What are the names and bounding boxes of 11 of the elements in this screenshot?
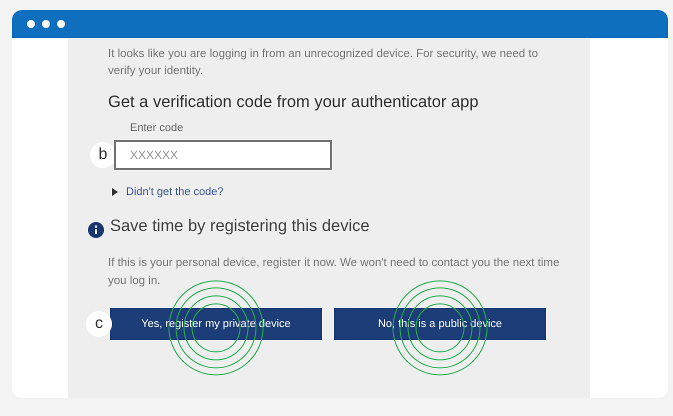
register-text: If this is your personal device, register it now. We won't need to contact you the next time you log in. xyxy=(108,256,560,289)
device-button[interactable]: Yes, register my private device xyxy=(110,308,322,340)
help-link[interactable]: Didn't get the code? xyxy=(126,186,224,198)
section-heading: Save time by registering this device xyxy=(110,217,370,236)
step-badge: b xyxy=(90,142,116,168)
info-icon xyxy=(88,222,104,238)
code-input-field[interactable]: XXXXXX xyxy=(114,140,332,170)
field-label: Enter code xyxy=(130,122,184,134)
step-badge: c xyxy=(86,311,112,338)
section-heading: Get a verification code from your authenticator app xyxy=(108,92,480,112)
intro-text: It looks like you are logging in from an unrecognized device. For security, we need to verify your identity. xyxy=(108,47,539,80)
